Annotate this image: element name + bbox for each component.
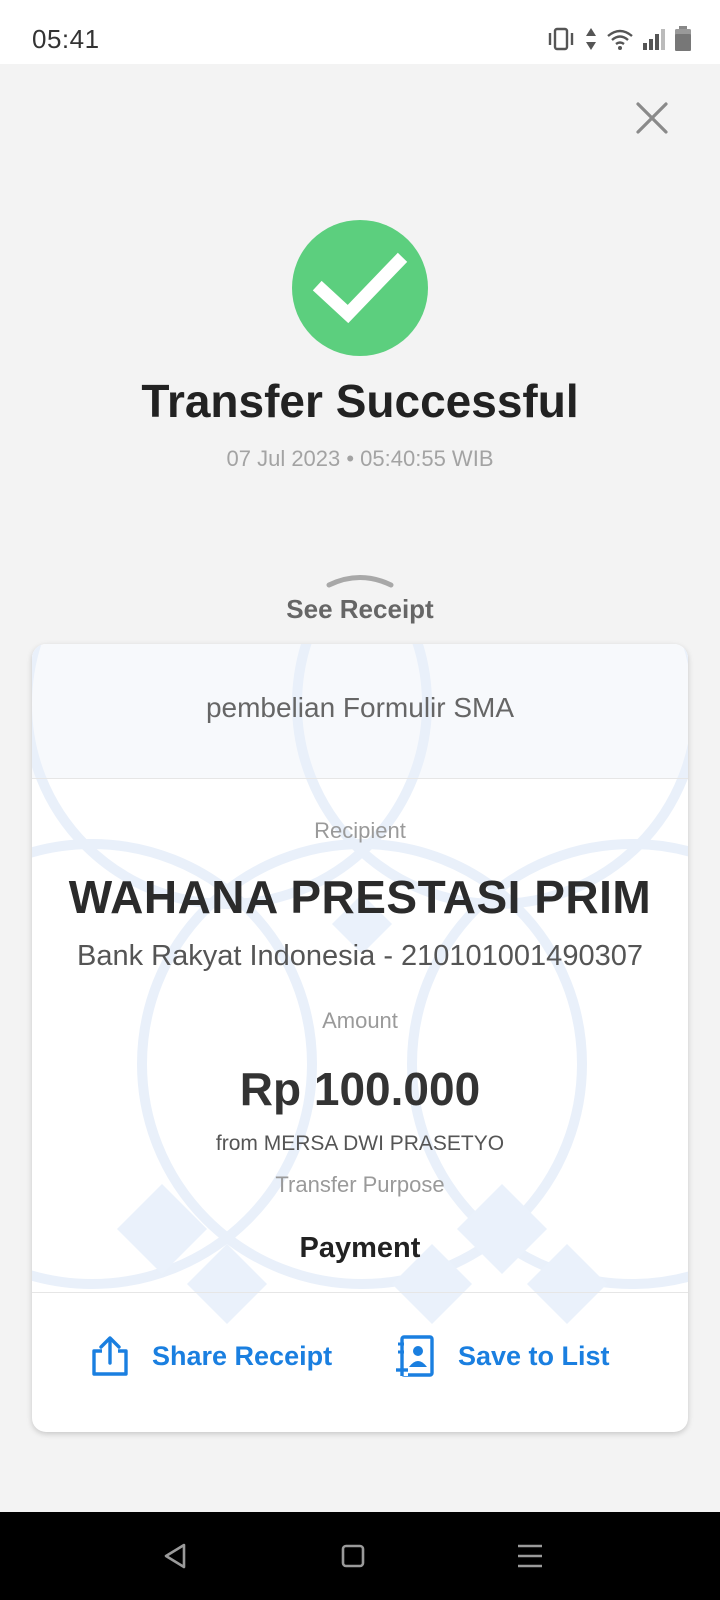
- recipient-name: WAHANA PRESTASI PRIM: [68, 871, 652, 923]
- save-to-list-label: Save to List: [458, 1340, 610, 1371]
- close-icon: [636, 102, 668, 134]
- navigation-bar: [0, 1512, 720, 1600]
- transfer-amount: Rp 100.000: [239, 1063, 481, 1115]
- menu-nav-button[interactable]: [516, 1542, 544, 1575]
- check-circle-icon: [292, 220, 428, 356]
- receipt-card: pembelian Formulir SMA Recipient WAHANA …: [32, 644, 688, 1432]
- vibrate-icon: [548, 27, 574, 51]
- chevron-up-icon: [326, 575, 394, 588]
- share-receipt-label: Share Receipt: [152, 1340, 333, 1371]
- sender-name: from MERSA DWI PRASETYO: [215, 1132, 505, 1155]
- status-time: 05:41: [32, 24, 100, 54]
- share-receipt-button[interactable]: Share Receipt: [90, 1330, 332, 1382]
- home-square-icon: [341, 1544, 365, 1568]
- amount-label: Amount: [322, 1008, 398, 1033]
- checkmark-icon: [312, 252, 408, 324]
- add-contact-icon: [396, 1335, 434, 1377]
- save-to-list-button[interactable]: Save to List: [394, 1330, 610, 1382]
- transfer-note: pembelian Formulir SMA: [205, 692, 515, 723]
- transfer-purpose: Payment: [299, 1232, 421, 1264]
- battery-icon: [675, 26, 691, 51]
- see-receipt-toggle[interactable]: See Receipt: [0, 572, 720, 632]
- data-arrows-icon: [586, 28, 596, 50]
- page-title: Transfer Successful: [141, 375, 579, 427]
- status-bar: 05:41: [0, 0, 720, 64]
- back-triangle-icon: [164, 1543, 186, 1569]
- signal-icon: [643, 29, 665, 50]
- recipient-bank-account: Bank Rakyat Indonesia - 210101001490307: [77, 940, 643, 972]
- divider: [32, 1292, 688, 1293]
- transaction-datetime: 07 Jul 2023 • 05:40:55 WIB: [226, 446, 494, 471]
- close-button[interactable]: [630, 96, 674, 140]
- card-background-pattern: [32, 644, 688, 1324]
- home-nav-button[interactable]: [340, 1542, 366, 1575]
- status-icons: [546, 26, 692, 52]
- share-icon: [92, 1336, 128, 1376]
- divider: [32, 778, 688, 779]
- back-nav-button[interactable]: [162, 1542, 188, 1575]
- menu-icon: [518, 1544, 542, 1568]
- see-receipt-label: See Receipt: [286, 594, 434, 624]
- wifi-icon: [607, 29, 633, 50]
- recipient-label: Recipient: [314, 818, 406, 843]
- purpose-label: Transfer Purpose: [275, 1172, 445, 1197]
